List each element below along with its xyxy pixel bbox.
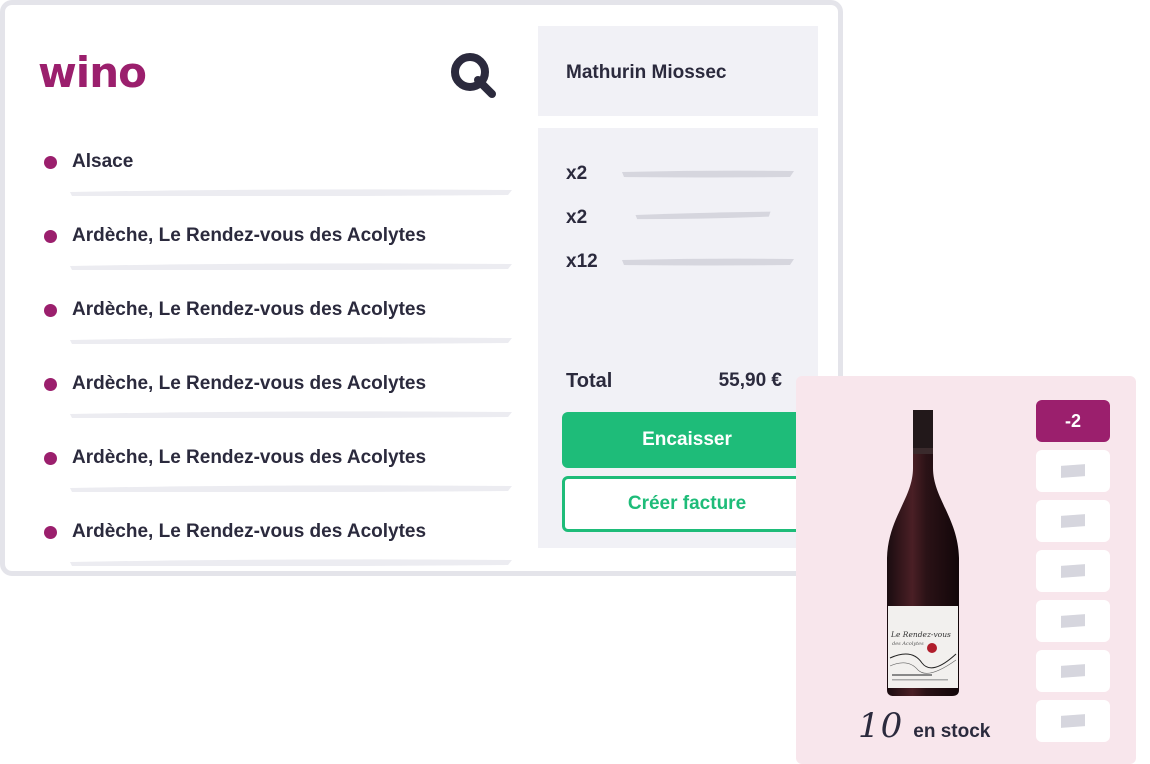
region-name: Ardèche, Le Rendez-vous des Acolytes (72, 521, 427, 542)
placeholder-line (635, 211, 771, 220)
stock-indicator: 10 en stock (858, 706, 990, 746)
placeholder-line (70, 559, 512, 566)
wine-bottle-image: Le Rendez-vous des Acolytes (887, 410, 959, 696)
bullet-dot (44, 452, 57, 465)
quick-qty-button[interactable] (1036, 600, 1110, 642)
placeholder-block (1061, 614, 1085, 628)
placeholder-line (622, 170, 794, 178)
quick-qty-button[interactable]: -2 (1036, 400, 1110, 442)
placeholder-block (1061, 464, 1085, 478)
list-item-region[interactable]: Ardèche, Le Rendez-vous des Acolytes (40, 508, 520, 582)
total-value: 55,90 € (718, 370, 782, 391)
stock-label: en stock (913, 721, 991, 742)
region-name: Ardèche, Le Rendez-vous des Acolytes (72, 447, 427, 468)
product-card: Le Rendez-vous des Acolytes 10 en stock … (796, 376, 1136, 764)
bullet-dot (44, 526, 57, 539)
quick-qty-button[interactable] (1036, 700, 1110, 742)
client-name: Mathurin Miossec (566, 62, 727, 83)
bottle-label-title: Le Rendez-vous (890, 630, 951, 639)
placeholder-line (70, 411, 512, 418)
stock-count: 10 (858, 706, 904, 746)
bullet-dot (44, 304, 57, 317)
total-label: Total (566, 370, 613, 392)
placeholder-line (622, 258, 794, 266)
cart-line-qty: x2 (566, 207, 588, 228)
wino-logo: wino (38, 48, 147, 97)
list-item-region[interactable]: Ardèche, Le Rendez-vous des Acolytes (40, 286, 520, 360)
create-invoice-button[interactable]: Créer facture (562, 476, 812, 532)
placeholder-line (70, 485, 512, 492)
list-item-region[interactable]: Ardèche, Le Rendez-vous des Acolytes (40, 360, 520, 434)
placeholder-line (70, 337, 512, 344)
bullet-dot (44, 230, 57, 243)
region-name: Ardèche, Le Rendez-vous des Acolytes (72, 299, 427, 320)
bottle-label-sub: des Acolytes (892, 641, 924, 647)
placeholder-block (1061, 664, 1085, 678)
placeholder-block (1061, 564, 1085, 578)
region-name: Alsace (72, 151, 134, 172)
list-item-region[interactable]: Alsace (40, 138, 520, 212)
cart-line-qty: x12 (566, 251, 598, 272)
list-item-region[interactable]: Ardèche, Le Rendez-vous des Acolytes (40, 212, 520, 286)
placeholder-block (1061, 514, 1085, 528)
placeholder-line (70, 263, 512, 270)
search-icon[interactable] (448, 50, 498, 100)
client-panel[interactable]: Mathurin Miossec (538, 26, 818, 116)
checkout-button[interactable]: Encaisser (562, 412, 812, 468)
quick-qty-button[interactable] (1036, 450, 1110, 492)
quick-qty-button[interactable] (1036, 650, 1110, 692)
placeholder-line (70, 189, 512, 196)
region-name: Ardèche, Le Rendez-vous des Acolytes (72, 373, 427, 394)
region-name: Ardèche, Le Rendez-vous des Acolytes (72, 225, 427, 246)
cart-line-qty: x2 (566, 163, 588, 184)
quick-qty-button[interactable] (1036, 500, 1110, 542)
list-item-region[interactable]: Ardèche, Le Rendez-vous des Acolytes (40, 434, 520, 508)
bullet-dot (44, 156, 57, 169)
placeholder-block (1061, 714, 1085, 728)
bullet-dot (44, 378, 57, 391)
quick-qty-button[interactable] (1036, 550, 1110, 592)
